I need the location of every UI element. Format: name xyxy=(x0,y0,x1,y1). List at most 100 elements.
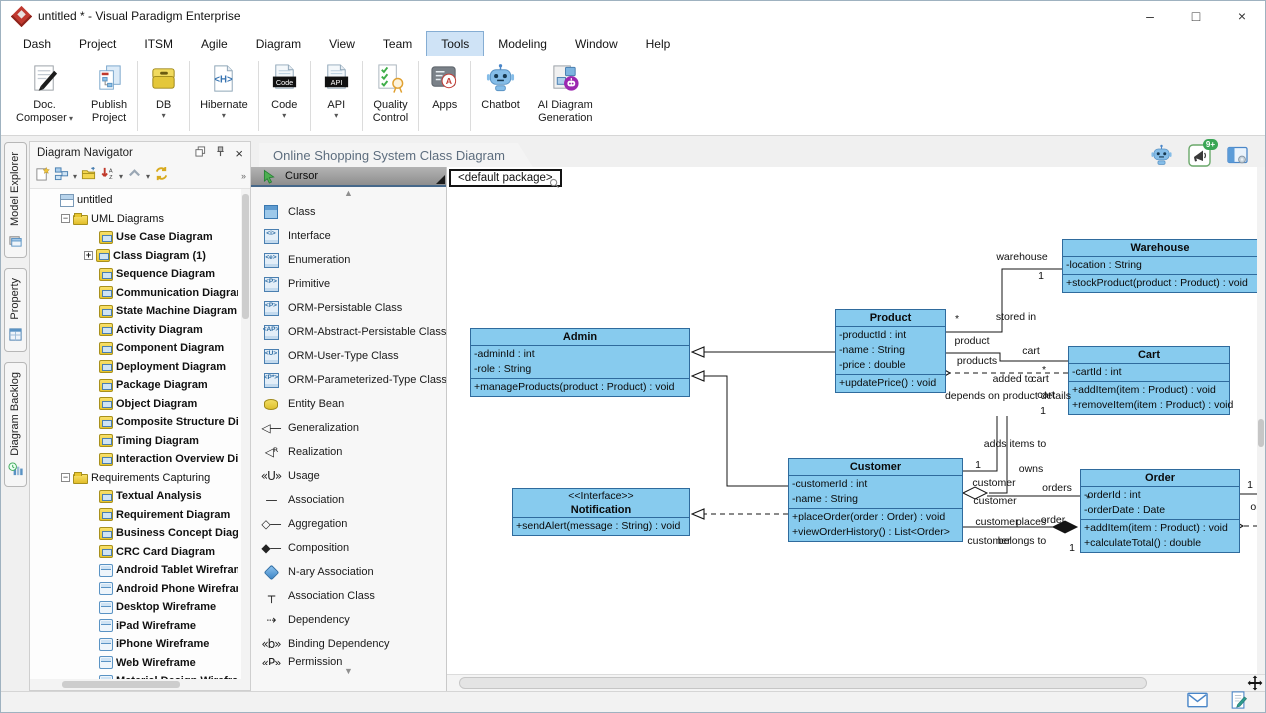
class-notification[interactable]: <<Interface>>Notification+sendAlert(mess… xyxy=(512,488,690,536)
palette-item-class[interactable]: Class xyxy=(251,200,446,224)
maximize-button[interactable]: □ xyxy=(1173,1,1219,31)
class-cart[interactable]: Cart-cartId : int+addItem(item : Product… xyxy=(1068,346,1230,415)
tree-item-ipad-wireframe[interactable]: iPad Wireframe xyxy=(30,617,238,636)
palette-item-cursor[interactable]: Cursor xyxy=(251,167,446,187)
class-order[interactable]: Order-orderId : int-orderDate : Date+add… xyxy=(1080,469,1240,553)
pan-tool-icon[interactable] xyxy=(1245,675,1265,692)
tree-item-textual-analysis[interactable]: Textual Analysis xyxy=(30,487,238,506)
group-icon[interactable] xyxy=(54,166,69,186)
menu-item-team[interactable]: Team xyxy=(369,31,426,56)
palette-item-dependency[interactable]: ⇢Dependency xyxy=(251,608,446,632)
palette-item-primitive[interactable]: <P>Primitive xyxy=(251,272,446,296)
palette-item-generalization[interactable]: ◁—Generalization xyxy=(251,416,446,440)
tree-item-requirement-diagram[interactable]: Requirement Diagram xyxy=(30,506,238,525)
mail-icon[interactable] xyxy=(1187,691,1208,713)
menu-item-modeling[interactable]: Modeling xyxy=(484,31,561,56)
tree-item-requirements-capturing[interactable]: −Requirements Capturing xyxy=(30,469,238,488)
tree-item-communication-diagram[interactable]: Communication Diagram xyxy=(30,284,238,303)
palette-item-enumeration[interactable]: <e>Enumeration xyxy=(251,248,446,272)
sort-icon[interactable]: AZ xyxy=(100,166,115,186)
diagram-tab[interactable]: Online Shopping System Class Diagram xyxy=(259,143,533,167)
tree-item-crc-card-diagram[interactable]: CRC Card Diagram xyxy=(30,543,238,562)
package-tab[interactable]: <default package> xyxy=(449,169,562,187)
canvas-vertical-scrollbar[interactable] xyxy=(1257,167,1265,674)
palette-item-realization[interactable]: ◁ᴿRealization xyxy=(251,440,446,464)
tree-item-state-machine-diagram[interactable]: State Machine Diagram xyxy=(30,302,238,321)
tree-item-material-design-wireframe[interactable]: Material Design Wireframe xyxy=(30,672,238,679)
pin-icon[interactable] xyxy=(215,146,226,160)
minimize-button[interactable]: – xyxy=(1127,1,1173,31)
close-icon[interactable]: × xyxy=(235,148,243,159)
tree-item-object-diagram[interactable]: Object Diagram xyxy=(30,395,238,414)
diagram-canvas[interactable]: <default package> Admin-adminId : int-ro… xyxy=(447,167,1265,674)
tree-item-android-phone-wireframe[interactable]: Android Phone Wireframe xyxy=(30,580,238,599)
palette-item-aggregation[interactable]: ◇—Aggregation xyxy=(251,512,446,536)
palette-item-association[interactable]: —Association xyxy=(251,488,446,512)
tree-item-untitled[interactable]: untitled xyxy=(30,191,238,210)
palette-item-interface[interactable]: <i>Interface xyxy=(251,224,446,248)
menu-item-diagram[interactable]: Diagram xyxy=(242,31,315,56)
tree-item-package-diagram[interactable]: Package Diagram xyxy=(30,376,238,395)
tree-expander-icon[interactable]: + xyxy=(84,251,93,260)
dropdown-icon[interactable]: ▾ xyxy=(73,172,77,181)
ai-diagram-generation-button[interactable]: AI DiagramGeneration xyxy=(529,58,602,134)
palette-item-orm-parameterized-type-class[interactable]: <P*>ORM-Parameterized-Type Class xyxy=(251,368,446,392)
canvas-horizontal-scrollbar[interactable] xyxy=(447,674,1265,691)
quality-control-button[interactable]: QualityControl xyxy=(364,58,417,134)
tree-horizontal-scrollbar[interactable] xyxy=(30,679,250,690)
palette-scroll-down-icon[interactable]: ▼ xyxy=(251,665,446,678)
refresh-icon[interactable] xyxy=(154,166,169,186)
tree-item-android-tablet-wireframe[interactable]: Android Tablet Wireframe xyxy=(30,561,238,580)
tree-item-uml-diagrams[interactable]: −UML Diagrams xyxy=(30,210,238,229)
generalization-customer-admin[interactable] xyxy=(692,376,788,486)
palette-item-composition[interactable]: ◆—Composition xyxy=(251,536,446,560)
hibernate-button[interactable]: <H>Hibernate▾ xyxy=(191,58,257,134)
menu-item-agile[interactable]: Agile xyxy=(187,31,242,56)
apps-button[interactable]: AApps xyxy=(420,58,469,134)
tree-vertical-scrollbar[interactable] xyxy=(241,189,250,679)
sidebar-tab-model-explorer[interactable]: Model Explorer xyxy=(4,142,27,258)
menu-item-window[interactable]: Window xyxy=(561,31,632,56)
class-product[interactable]: Product-productId : int-name : String-pr… xyxy=(835,309,946,393)
menu-item-help[interactable]: Help xyxy=(632,31,685,56)
close-button[interactable]: × xyxy=(1219,1,1265,31)
tree-item-activity-diagram[interactable]: Activity Diagram xyxy=(30,321,238,340)
tree-item-desktop-wireframe[interactable]: Desktop Wireframe xyxy=(30,598,238,617)
toolbar-overflow-icon[interactable]: ›› xyxy=(241,171,245,181)
chatbot-button[interactable]: Chatbot xyxy=(472,58,529,134)
dropdown-icon[interactable]: ▾ xyxy=(119,172,123,181)
tree-item-timing-diagram[interactable]: Timing Diagram xyxy=(30,432,238,451)
tree-expander-icon[interactable]: − xyxy=(61,473,70,482)
menu-item-itsm[interactable]: ITSM xyxy=(130,31,187,56)
tree-item-web-wireframe[interactable]: Web Wireframe xyxy=(30,654,238,673)
new-diagram-icon[interactable] xyxy=(35,166,50,186)
tree-expander-icon[interactable]: − xyxy=(61,214,70,223)
class-customer[interactable]: Customer-customerId : int-name : String+… xyxy=(788,458,963,542)
tree-item-iphone-wireframe[interactable]: iPhone Wireframe xyxy=(30,635,238,654)
db-button[interactable]: DB▾ xyxy=(139,58,188,134)
menu-item-dash[interactable]: Dash xyxy=(9,31,65,56)
palette-item-usage[interactable]: «U»Usage xyxy=(251,464,446,488)
open-folder-icon[interactable] xyxy=(81,166,96,186)
canvas-hscroll-thumb[interactable] xyxy=(459,677,1147,689)
palette-item-entity-bean[interactable]: Entity Bean xyxy=(251,392,446,416)
menu-item-project[interactable]: Project xyxy=(65,31,130,56)
palette-item-association-class[interactable]: ┬Association Class xyxy=(251,584,446,608)
magnifier-icon[interactable] xyxy=(549,176,560,194)
palette-item-orm-persistable-class[interactable]: <P>ORM-Persistable Class xyxy=(251,296,446,320)
up-icon[interactable] xyxy=(127,166,142,186)
palette-item-n-ary-association[interactable]: N-ary Association xyxy=(251,560,446,584)
tree-item-interaction-overview-diagram[interactable]: Interaction Overview Diagram xyxy=(30,450,238,469)
tree-item-component-diagram[interactable]: Component Diagram xyxy=(30,339,238,358)
api-button[interactable]: APIAPI▾ xyxy=(312,58,361,134)
tree-item-deployment-diagram[interactable]: Deployment Diagram xyxy=(30,358,238,377)
menu-item-view[interactable]: View xyxy=(315,31,369,56)
palette-item-orm-abstract-persistable-class[interactable]: <AP>ORM-Abstract-Persistable Class xyxy=(251,320,446,344)
sidebar-tab-property[interactable]: Property xyxy=(4,268,27,352)
class-admin[interactable]: Admin-adminId : int-role : String+manage… xyxy=(470,328,690,397)
publish-project-button[interactable]: PublishProject xyxy=(82,58,136,134)
notes-icon[interactable] xyxy=(1228,691,1249,713)
tree-item-class-diagram-1-[interactable]: +Class Diagram (1) xyxy=(30,247,238,266)
palette-item-orm-user-type-class[interactable]: <U>ORM-User-Type Class xyxy=(251,344,446,368)
sidebar-tab-diagram-backlog[interactable]: Diagram Backlog xyxy=(4,362,27,488)
